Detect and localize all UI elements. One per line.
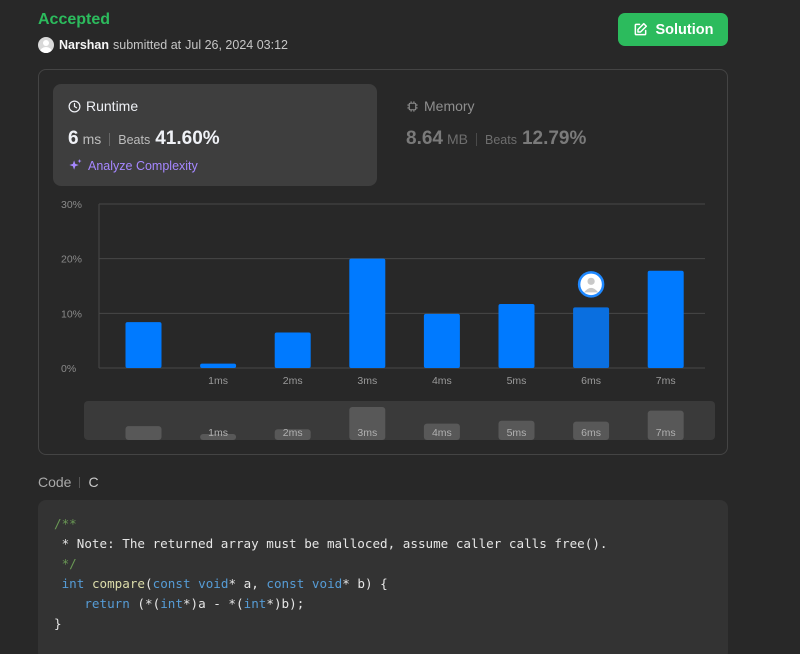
chart-minimap	[84, 401, 715, 440]
bar-4ms	[423, 313, 460, 368]
submission-datetime: Jul 26, 2024 03:12	[185, 38, 288, 52]
bar-2ms	[274, 332, 311, 368]
minimap-label: 2ms	[283, 427, 303, 439]
code-token: (	[145, 576, 153, 591]
code-token: }	[54, 616, 62, 631]
code-header: Code C	[38, 474, 99, 490]
code-token: return	[84, 596, 130, 611]
x-tick-label: 6ms	[581, 375, 601, 387]
minimap-label: 4ms	[432, 427, 452, 439]
code-line: * Note: The returned array must be mallo…	[54, 534, 712, 554]
x-tick-label: 2ms	[283, 375, 303, 387]
code-token: void	[311, 576, 343, 591]
code-token: compare	[91, 576, 146, 591]
code-token: int	[160, 596, 183, 611]
code-token: * a,	[228, 576, 267, 591]
user-avatar[interactable]	[38, 37, 54, 53]
minimap-label: 5ms	[507, 427, 527, 439]
code-token: *)a - *(	[182, 596, 244, 611]
submission-meta: Narshan submitted at Jul 26, 2024 03:12	[38, 36, 288, 54]
code-token: int	[61, 576, 85, 591]
minimap-label: 1ms	[208, 427, 228, 439]
code-language: C	[88, 474, 99, 490]
x-tick-label: 7ms	[656, 375, 676, 387]
code-line: /**	[54, 514, 712, 534]
code-line: }	[54, 614, 712, 634]
y-tick-label: 10%	[61, 308, 82, 320]
bar-1ms	[200, 363, 237, 368]
code-token: (*(	[129, 596, 161, 611]
bar-3ms	[349, 258, 386, 368]
minimap-label: 7ms	[656, 427, 676, 439]
edit-icon	[634, 22, 647, 36]
x-tick-label: 3ms	[357, 375, 377, 387]
code-label: Code	[38, 474, 72, 490]
bar-6ms	[573, 307, 610, 368]
x-tick-label: 5ms	[507, 375, 527, 387]
code-token: * Note: The returned array must be mallo…	[54, 536, 608, 551]
code-token: * b) {	[342, 576, 388, 591]
bar-7ms	[647, 270, 684, 368]
username[interactable]: Narshan	[59, 38, 109, 52]
bar-bucket-0	[125, 322, 162, 368]
code-line: */	[54, 554, 712, 574]
code-token: const	[266, 576, 305, 591]
x-tick-label: 1ms	[208, 375, 228, 387]
performance-panel: Runtime 6 ms Beats 41.60% Analyze Comple…	[38, 69, 728, 455]
solution-label: Solution	[655, 21, 714, 38]
code-line: return (*(int*)a - *(int*)b);	[54, 594, 712, 614]
y-tick-label: 20%	[61, 254, 82, 266]
code-token: int	[243, 596, 267, 611]
code-token: const	[152, 576, 191, 591]
y-tick-label: 30%	[61, 199, 82, 211]
code-line: int compare(const void* a, const void* b…	[54, 574, 712, 594]
solution-button[interactable]: Solution	[618, 13, 728, 46]
avatar-head	[587, 277, 595, 285]
bar-5ms	[498, 304, 535, 368]
submission-status: Accepted	[38, 11, 111, 28]
minimap-label: 3ms	[357, 427, 377, 439]
runtime-distribution-chart: 0% 10% 20% 30% 1ms 2ms 3ms 4ms 5ms 6ms 7ms 1ms 2ms 3m…	[61, 199, 715, 440]
code-header-divider	[79, 476, 81, 488]
minimap-bar	[125, 426, 162, 440]
code-token: /**	[54, 516, 77, 531]
code-token: void	[198, 576, 229, 591]
x-tick-label: 4ms	[432, 375, 452, 387]
minimap-label: 6ms	[581, 427, 601, 439]
code-block[interactable]: /** * Note: The returned array must be m…	[38, 500, 728, 654]
code-token: */	[54, 556, 77, 571]
y-tick-label: 0%	[61, 363, 76, 375]
code-token: *)b);	[266, 596, 305, 611]
submitted-label: submitted at	[113, 38, 182, 52]
